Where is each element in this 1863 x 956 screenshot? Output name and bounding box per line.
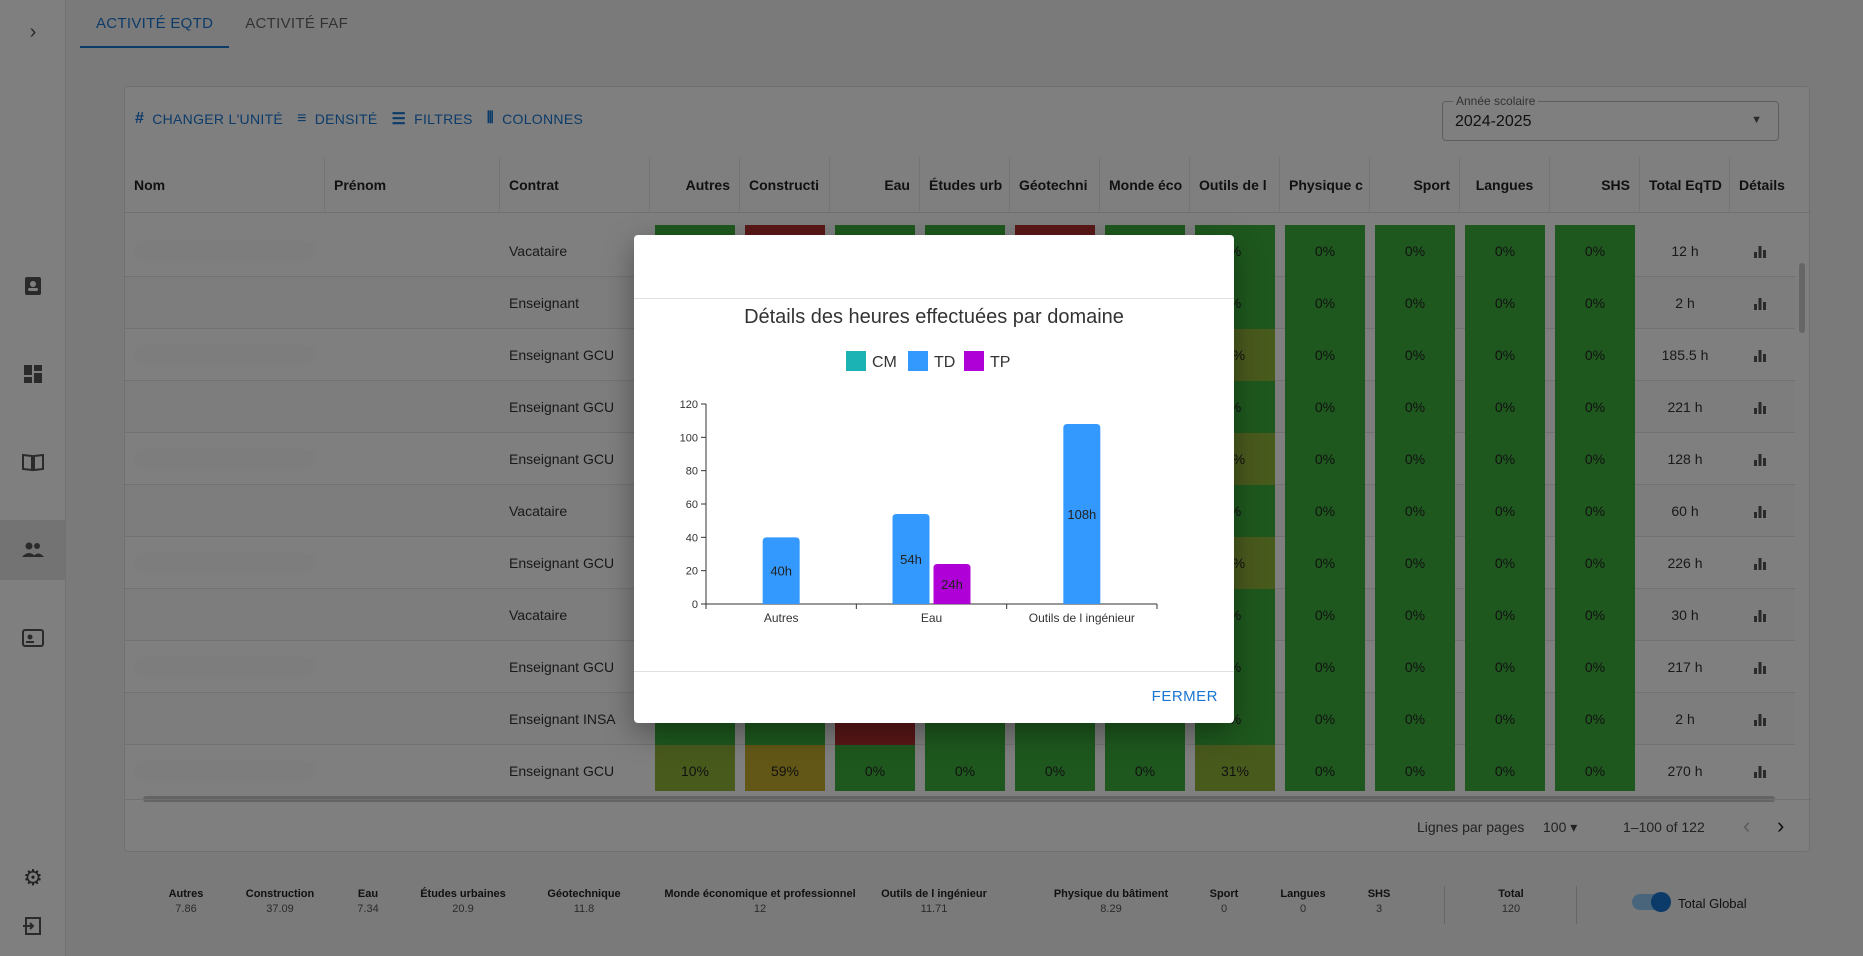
legend-swatch-tp xyxy=(964,351,984,371)
legend-swatch-cm xyxy=(846,351,866,371)
y-tick-label: 0 xyxy=(692,599,698,611)
dialog-header xyxy=(634,235,1234,299)
chart-title: Détails des heures effectuées par domain… xyxy=(744,306,1124,328)
legend-swatch-td xyxy=(908,351,928,371)
y-tick-label: 120 xyxy=(680,399,698,411)
domain-hours-chart: Détails des heures effectuées par domain… xyxy=(680,306,1158,625)
legend-label-td: TD xyxy=(934,354,955,371)
close-button[interactable]: FERMER xyxy=(1152,688,1218,705)
bar-data-label: 24h xyxy=(941,577,963,592)
dialog-actions: FERMER xyxy=(634,671,1234,723)
y-tick-label: 100 xyxy=(680,432,698,444)
y-tick-label: 20 xyxy=(686,566,698,578)
bar-data-label: 54h xyxy=(900,552,922,567)
legend-label-cm: CM xyxy=(872,354,897,371)
chart-dialog: Détails des heures effectuées par domain… xyxy=(634,235,1234,723)
y-tick-label: 40 xyxy=(686,532,698,544)
y-tick-label: 60 xyxy=(686,499,698,511)
bar-data-label: 108h xyxy=(1067,507,1096,522)
y-tick-label: 80 xyxy=(686,466,698,478)
x-tick-label: Autres xyxy=(764,611,799,625)
bar-data-label: 40h xyxy=(770,564,792,579)
x-tick-label: Outils de l ingénieur xyxy=(1029,611,1135,625)
x-tick-label: Eau xyxy=(921,611,942,625)
legend-label-tp: TP xyxy=(990,354,1010,371)
